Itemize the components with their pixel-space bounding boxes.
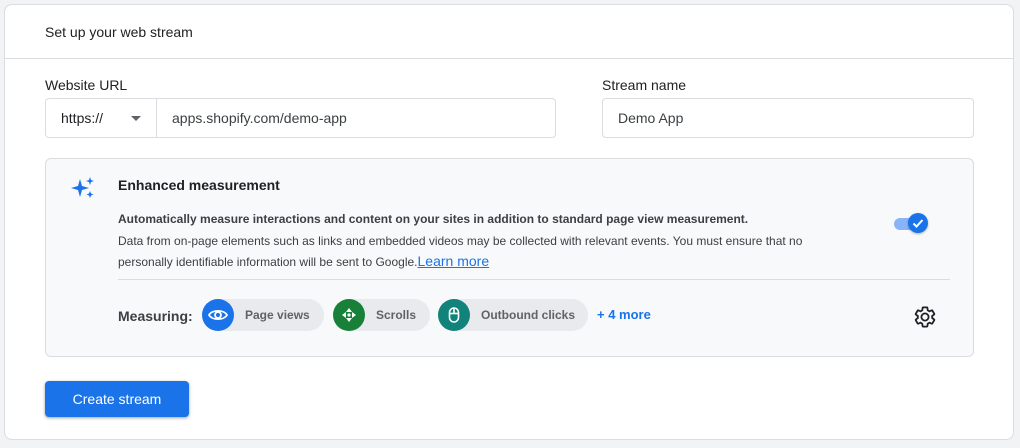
chip-scrolls[interactable]: Scrolls	[333, 299, 430, 331]
website-url-input[interactable]	[156, 98, 556, 138]
stream-name-label: Stream name	[602, 77, 687, 93]
measuring-label: Measuring:	[118, 308, 193, 324]
chip-label-page-views: Page views	[245, 308, 310, 322]
protocol-select[interactable]: https://	[45, 98, 157, 138]
chip-label-outbound-clicks: Outbound clicks	[481, 308, 576, 322]
check-icon	[912, 219, 924, 228]
mouse-icon	[438, 299, 470, 331]
card-header: Set up your web stream	[5, 5, 1013, 59]
divider	[118, 279, 950, 280]
enhanced-measurement-summary: Automatically measure interactions and c…	[118, 212, 749, 226]
create-stream-button[interactable]: Create stream	[45, 381, 189, 417]
enhanced-measurement-panel: Enhanced measurement Automatically measu…	[45, 158, 974, 357]
chip-outbound-clicks[interactable]: Outbound clicks	[438, 299, 588, 331]
web-stream-card: Set up your web stream Website URL https…	[4, 4, 1014, 440]
learn-more-link[interactable]: Learn more	[418, 253, 490, 269]
sparkle-icon	[71, 177, 94, 198]
eye-icon	[202, 299, 234, 331]
enhanced-measurement-toggle[interactable]	[892, 212, 930, 234]
enhanced-measurement-title: Enhanced measurement	[118, 177, 280, 193]
enhanced-measurement-description: Data from on-page elements such as links…	[118, 231, 858, 272]
more-measurements-link[interactable]: + 4 more	[597, 307, 651, 322]
chip-page-views[interactable]: Page views	[202, 299, 324, 331]
scroll-arrows-icon	[333, 299, 365, 331]
protocol-value: https://	[61, 110, 104, 126]
card-title: Set up your web stream	[45, 24, 193, 40]
toggle-thumb	[908, 213, 928, 233]
website-url-label: Website URL	[45, 77, 128, 93]
gear-icon[interactable]	[913, 305, 937, 329]
chip-label-scrolls: Scrolls	[376, 308, 417, 322]
dropdown-caret-icon	[131, 116, 141, 121]
stream-name-input[interactable]	[602, 98, 974, 138]
